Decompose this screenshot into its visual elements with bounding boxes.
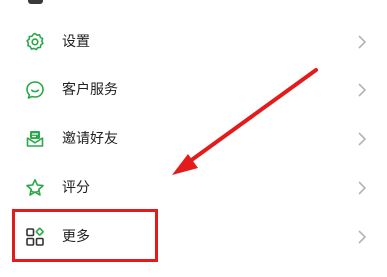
annotation-arrow <box>172 68 318 175</box>
